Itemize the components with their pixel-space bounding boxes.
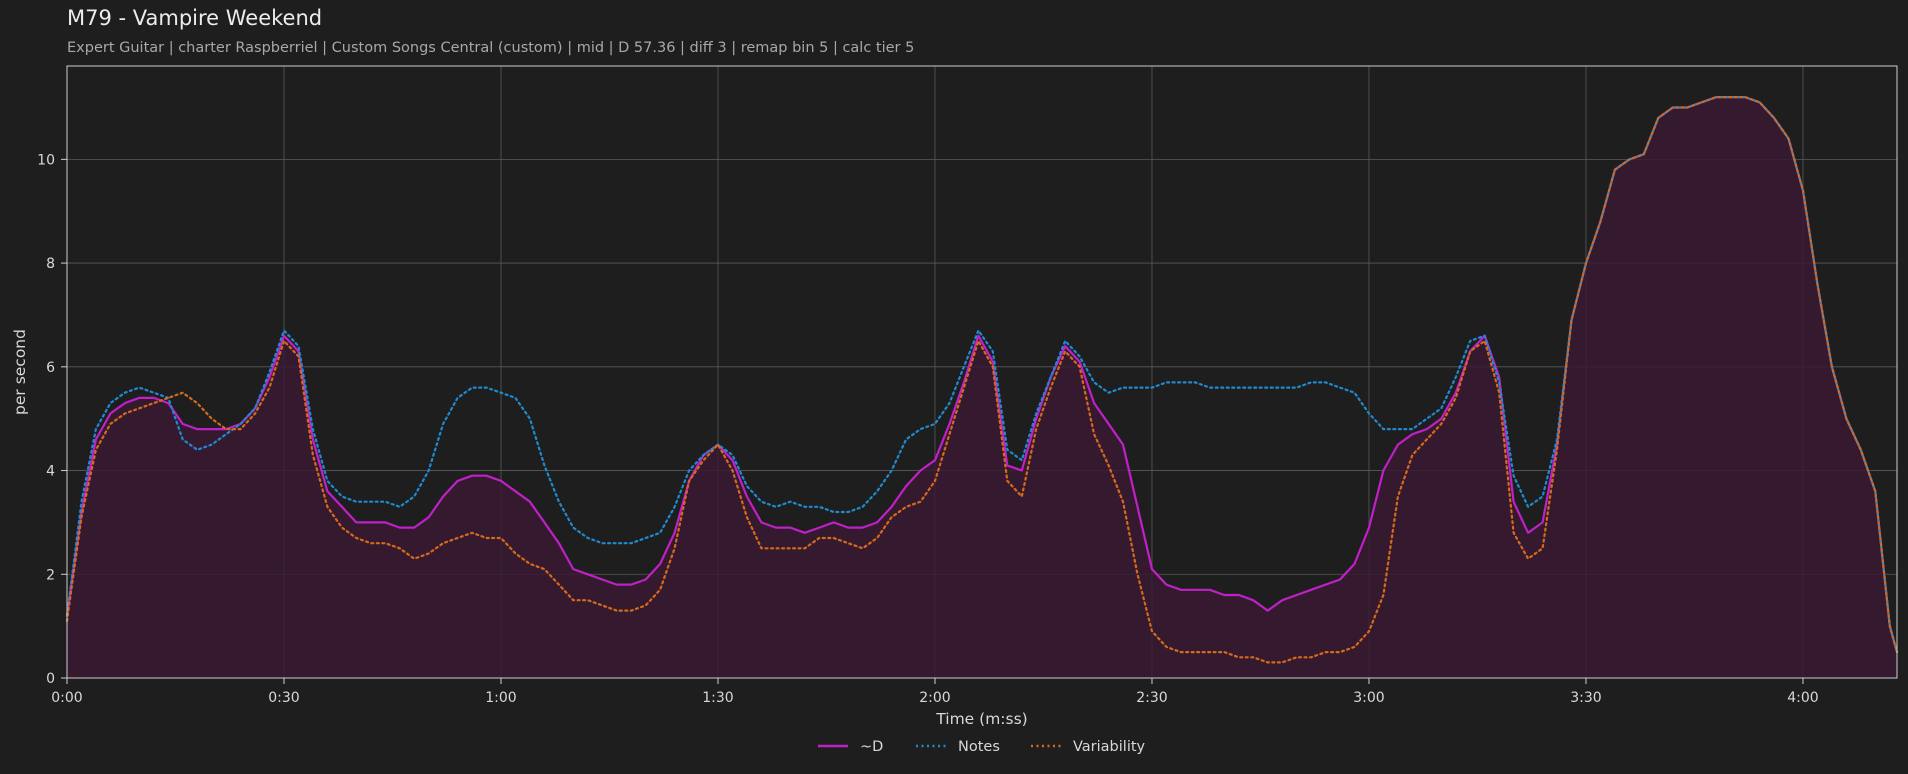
y-tick-label: 8 (46, 256, 55, 272)
y-tick-label: 0 (46, 671, 55, 687)
legend: ~D Notes Variability (818, 739, 1146, 755)
x-tick-label: 1:00 (485, 690, 516, 706)
y-tick-label: 10 (37, 152, 55, 168)
x-axis-label: Time (m:ss) (935, 710, 1027, 728)
y-tick-label: 2 (46, 567, 55, 583)
x-tick-label: 4:00 (1787, 690, 1818, 706)
x-tick-label: 0:30 (268, 690, 299, 706)
legend-label: ~D (860, 739, 883, 755)
x-tick-label: 0:00 (51, 690, 82, 706)
x-tick-label: 1:30 (702, 690, 733, 706)
y-axis-label: per second (11, 329, 29, 415)
x-tick-label: 2:30 (1136, 690, 1167, 706)
x-axis-ticks: 0:00 0:30 1:00 1:30 2:00 2:30 3:00 3:30 4:00 (51, 678, 1819, 706)
x-tick-label: 2:00 (919, 690, 950, 706)
chart-figure: M79 - Vampire Weekend Expert Guitar | ch… (0, 0, 1908, 774)
legend-label: Notes (958, 739, 1000, 755)
x-tick-label: 3:00 (1353, 690, 1384, 706)
y-tick-label: 6 (46, 360, 55, 376)
x-tick-label: 3:30 (1570, 690, 1601, 706)
y-axis-ticks: 0 2 4 6 8 10 (37, 152, 67, 687)
chart-svg: 0:00 0:30 1:00 1:30 2:00 2:30 3:00 3:30 4:00 0 2 4… (11, 65, 1899, 755)
legend-label: Variability (1073, 739, 1146, 755)
y-tick-label: 4 (46, 464, 55, 480)
